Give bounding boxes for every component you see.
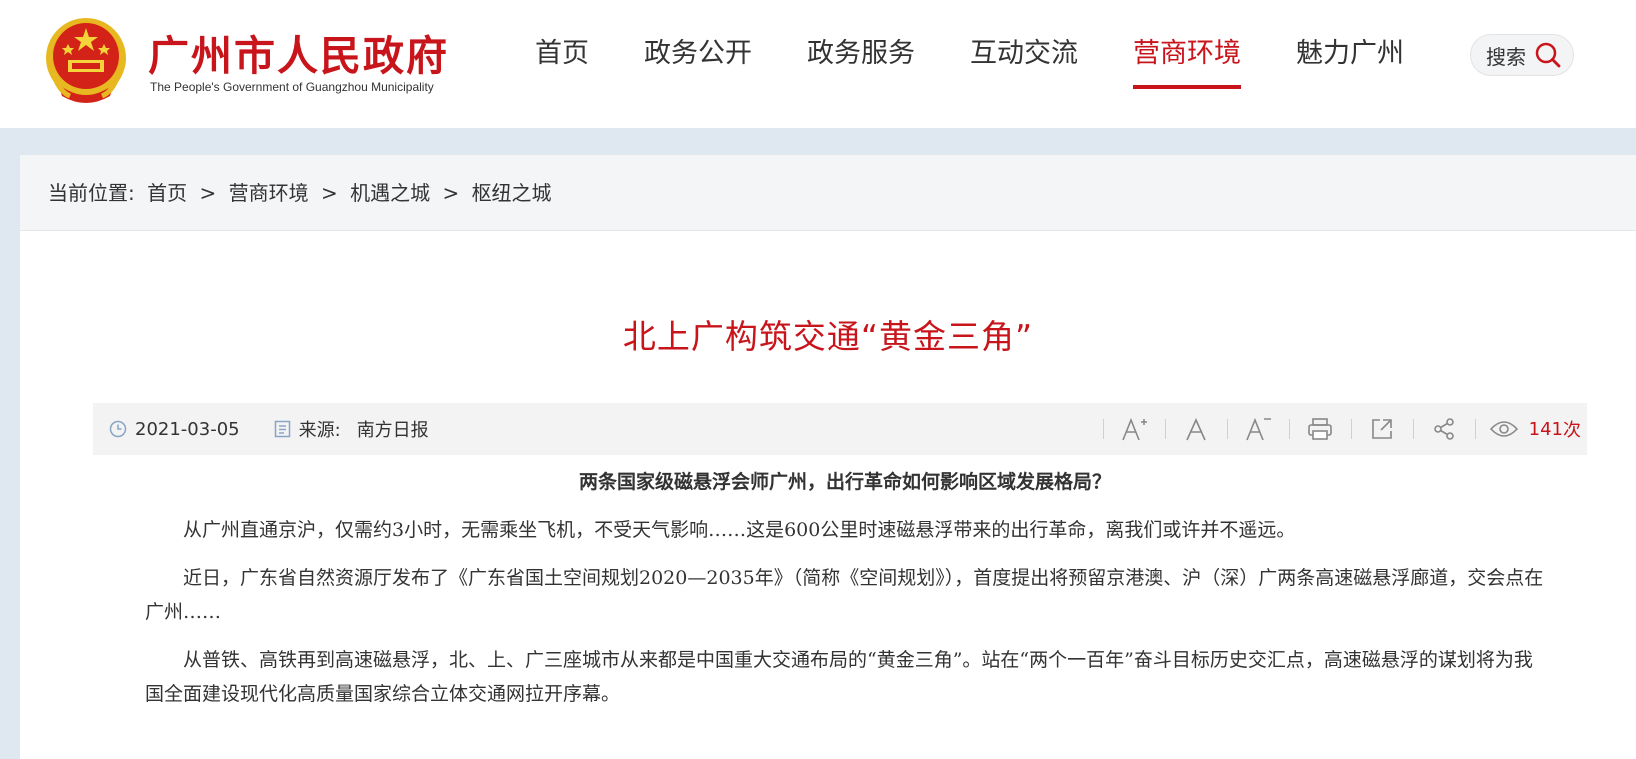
share-button[interactable]	[1412, 403, 1475, 455]
breadcrumb-prefix: 当前位置:	[48, 181, 135, 205]
publish-date-text: 2021-03-05	[135, 418, 240, 440]
view-count: 141 次	[1475, 416, 1581, 442]
article-meta-bar: 2021-03-05 来源: 南方日报 141 次	[93, 403, 1587, 455]
share-out-icon	[1371, 419, 1392, 439]
view-count-unit: 次	[1563, 420, 1581, 441]
breadcrumb-item-home[interactable]: 首页	[147, 181, 187, 205]
font-decrease-button[interactable]	[1226, 403, 1289, 455]
article-body: 两条国家级磁悬浮会师广州，出行革命如何影响区域发展格局？ 从广州直通京沪，仅需约…	[145, 465, 1545, 725]
view-count-number: 141	[1528, 418, 1563, 440]
nav-item-business-environment[interactable]: 营商环境	[1133, 0, 1241, 128]
nav-item-interaction[interactable]: 互动交流	[970, 0, 1078, 128]
search-label: 搜索	[1486, 44, 1526, 69]
font-increase-button[interactable]	[1102, 403, 1165, 455]
font-decrease-icon	[1245, 417, 1271, 441]
search-button[interactable]: 搜索	[1470, 34, 1574, 76]
emblem-logo[interactable]	[40, 14, 132, 106]
source-label: 来源:	[298, 420, 341, 441]
site-subtitle: The People's Government of Guangzhou Mun…	[150, 80, 434, 94]
article-title: 北上广构筑交通“黄金三角”	[622, 317, 1034, 356]
breadcrumb-item-hub-city[interactable]: 枢纽之城	[472, 181, 552, 205]
breadcrumb-separator: >	[442, 181, 460, 205]
breadcrumb-item-business-environment[interactable]: 营商环境	[229, 181, 309, 205]
article-paragraph: 从普铁、高铁再到高速磁悬浮，北、上、广三座城市从来都是中国重大交通布局的“黄金三…	[145, 649, 1533, 705]
nav-item-home[interactable]: 首页	[535, 0, 589, 128]
nav-item-open-government[interactable]: 政务公开	[644, 0, 752, 128]
open-external-button[interactable]	[1350, 403, 1413, 455]
breadcrumb-separator: >	[199, 181, 217, 205]
site-title[interactable]: 广州市人民政府	[148, 22, 449, 82]
nav-item-charm-guangzhou[interactable]: 魅力广州	[1296, 0, 1404, 128]
article-paragraph: 从广州直通京沪，仅需约3小时，无需乘坐飞机，不受天气影响……这是600公里时速磁…	[183, 519, 1296, 541]
content-panel: 当前位置: 首页 > 营商环境 > 机遇之城 > 枢纽之城 北上广构筑交通“黄金…	[20, 155, 1636, 759]
eye-icon	[1489, 421, 1518, 437]
clock-icon	[109, 420, 127, 438]
font-reset-button[interactable]	[1164, 403, 1227, 455]
font-increase-icon	[1121, 417, 1147, 441]
search-icon	[1535, 42, 1561, 68]
breadcrumb: 当前位置: 首页 > 营商环境 > 机遇之城 > 枢纽之城	[20, 155, 1636, 231]
article-paragraph: 近日，广东省自然资源厅发布了《广东省国土空间规划2020—2035年》（简称《空…	[145, 567, 1544, 623]
share-icon	[1433, 418, 1454, 440]
publish-date: 2021-03-05	[109, 419, 240, 440]
breadcrumb-separator: >	[320, 181, 338, 205]
article-source: 来源: 南方日报	[274, 416, 429, 442]
nav-item-government-services[interactable]: 政务服务	[807, 0, 915, 128]
print-icon	[1307, 418, 1332, 440]
print-button[interactable]	[1288, 403, 1351, 455]
document-icon	[274, 420, 290, 438]
source-name: 南方日报	[356, 420, 429, 441]
main-nav: 首页 政务公开 政务服务 互动交流 营商环境 魅力广州	[535, 0, 1459, 128]
breadcrumb-item-city-of-opportunity[interactable]: 机遇之城	[350, 181, 430, 205]
font-reset-icon	[1185, 418, 1206, 441]
article-subheading: 两条国家级磁悬浮会师广州，出行革命如何影响区域发展格局？	[578, 471, 1111, 493]
site-header: 广州市人民政府 The People's Government of Guang…	[0, 0, 1636, 128]
